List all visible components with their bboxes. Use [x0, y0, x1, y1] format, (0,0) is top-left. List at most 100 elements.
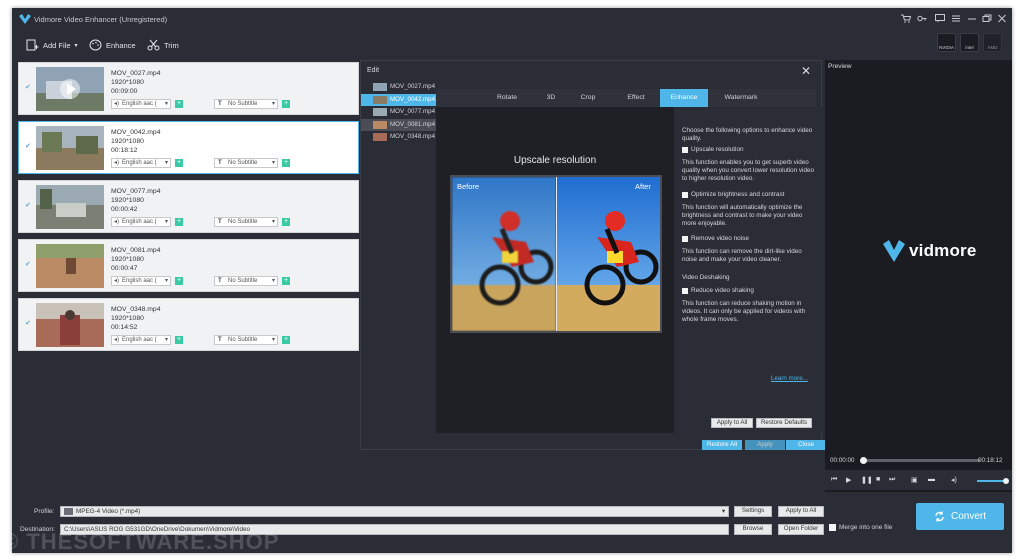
- volume-slider[interactable]: [977, 478, 1009, 484]
- minimize-icon[interactable]: [966, 14, 977, 24]
- snapshot-icon[interactable]: ▣: [911, 476, 918, 484]
- edit-file-item[interactable]: MOV_0027.mp4: [361, 81, 436, 93]
- edit-tabs: Rotate 3D Crop Effect Enhance Watermark: [436, 89, 816, 107]
- subtitle-icon: T: [218, 278, 222, 284]
- apply-button[interactable]: Apply: [745, 440, 785, 450]
- trim-button[interactable]: Trim: [147, 39, 179, 51]
- profile-select[interactable]: MPEG-4 Video (*.mp4) ▾: [60, 506, 729, 517]
- comparison-divider[interactable]: [556, 177, 557, 331]
- apply-to-all-button[interactable]: Apply to All: [711, 418, 753, 428]
- file-checkbox[interactable]: ✔: [25, 84, 33, 92]
- seek-bar[interactable]: [860, 457, 980, 464]
- upscale-resolution-checkbox[interactable]: Upscale resolution: [682, 146, 744, 153]
- next-icon[interactable]: ⏭: [889, 476, 895, 484]
- add-subtitle-button[interactable]: +: [282, 159, 290, 167]
- close-icon[interactable]: ✕: [801, 64, 811, 78]
- subtitle-select[interactable]: T No Subtitle ▾: [214, 99, 278, 109]
- seek-knob[interactable]: [860, 457, 867, 464]
- restore-all-button[interactable]: Restore All: [702, 440, 742, 450]
- add-audio-button[interactable]: +: [175, 100, 183, 108]
- file-name: MOV_0027.mp4: [111, 70, 161, 77]
- edit-file-item[interactable]: MOV_0081.mp4: [361, 118, 436, 131]
- file-checkbox[interactable]: ✔: [25, 143, 33, 151]
- file-item[interactable]: ✔ MOV_0081.mp4 1920*1080 00:00:47 ◂) Engl…: [18, 239, 359, 292]
- file-checkbox[interactable]: ✔: [25, 261, 33, 269]
- edit-file-item[interactable]: MOV_0077.mp4: [361, 106, 436, 118]
- audio-track-select[interactable]: ◂) English aac (▾: [111, 158, 171, 168]
- add-subtitle-button[interactable]: +: [282, 336, 290, 344]
- edit-file-item[interactable]: MOV_0348.mp4: [361, 131, 436, 143]
- chevron-down-icon: ▾: [271, 219, 275, 225]
- open-folder-button[interactable]: Open Folder: [778, 524, 824, 535]
- add-file-button[interactable]: Add File ▾: [26, 39, 78, 51]
- prev-icon[interactable]: ⏮: [831, 476, 837, 484]
- subtitle-select[interactable]: T No Subtitle ▾: [214, 158, 278, 168]
- file-resolution: 1920*1080: [111, 138, 144, 145]
- noise-description: This function can remove the dirt-like v…: [682, 248, 802, 263]
- remove-noise-checkbox[interactable]: Remove video noise: [682, 235, 749, 242]
- shaking-description: This function can reduce shaking motion …: [682, 300, 806, 323]
- convert-button[interactable]: Convert: [916, 503, 1004, 530]
- apply-to-all-profile-button[interactable]: Apply to All: [778, 506, 824, 517]
- merge-checkbox[interactable]: Merge into one file: [829, 524, 892, 531]
- menu-icon[interactable]: [950, 14, 961, 24]
- subtitle-icon: T: [218, 219, 222, 225]
- subtitle-select[interactable]: T No Subtitle ▾: [214, 217, 278, 227]
- add-subtitle-button[interactable]: +: [282, 100, 290, 108]
- restore-defaults-button[interactable]: Restore Defaults: [756, 418, 812, 428]
- folder-icon[interactable]: ▬: [928, 476, 935, 483]
- video-thumbnail: [36, 67, 104, 111]
- add-audio-button[interactable]: +: [175, 336, 183, 344]
- tab-effect[interactable]: Effect: [612, 89, 660, 107]
- file-item[interactable]: ✔ MOV_0027.mp4 1920*1080 00:09:00 ◂) Engl…: [18, 62, 359, 115]
- audio-track-select[interactable]: ◂) English aac (▾: [111, 217, 171, 227]
- add-subtitle-button[interactable]: +: [282, 218, 290, 226]
- tab-enhance[interactable]: Enhance: [660, 89, 708, 107]
- play-icon[interactable]: ▶: [846, 476, 851, 484]
- restore-icon[interactable]: [981, 14, 992, 24]
- file-item[interactable]: ✔ MOV_0042.mp4 1920*1080 00:18:12 ◂) Engl…: [18, 121, 359, 174]
- edit-file-item[interactable]: MOV_0042.mp4: [361, 93, 436, 106]
- key-icon[interactable]: [916, 14, 927, 24]
- video-thumbnail: [36, 126, 104, 170]
- chat-icon[interactable]: [934, 14, 945, 24]
- close-button[interactable]: Close: [786, 440, 826, 450]
- tab-rotate[interactable]: Rotate: [476, 89, 538, 107]
- before-after-comparison: Before After: [450, 175, 662, 333]
- volume-knob[interactable]: [1003, 478, 1009, 484]
- video-format-icon: [64, 507, 73, 515]
- audio-track-select[interactable]: ◂) English aac (▾: [111, 276, 171, 286]
- cart-icon[interactable]: [900, 14, 911, 24]
- speaker-icon: ◂): [114, 160, 120, 166]
- file-checkbox[interactable]: ✔: [25, 320, 33, 328]
- subtitle-select[interactable]: T No Subtitle ▾: [214, 335, 278, 345]
- settings-button[interactable]: Settings: [734, 506, 772, 517]
- file-item[interactable]: ✔ MOV_0348.mp4 1920*1080 00:14:52 ◂) Engl…: [18, 298, 359, 351]
- tab-crop[interactable]: Crop: [564, 89, 612, 107]
- optimize-brightness-checkbox[interactable]: Optimize brightness and contrast: [682, 191, 784, 198]
- pause-icon[interactable]: ❚❚: [861, 476, 873, 484]
- volume-icon[interactable]: ◂): [951, 476, 957, 484]
- subtitle-icon: T: [218, 101, 222, 107]
- subtitle-select[interactable]: T No Subtitle ▾: [214, 276, 278, 286]
- add-audio-button[interactable]: +: [175, 218, 183, 226]
- file-item[interactable]: ✔ MOV_0077.mp4 1920*1080 00:00:42 ◂) Engl…: [18, 180, 359, 233]
- reduce-shaking-checkbox[interactable]: Reduce video shaking: [682, 287, 754, 294]
- add-subtitle-button[interactable]: +: [282, 277, 290, 285]
- profile-label: Profile:: [34, 508, 55, 515]
- window-title: Vidmore Video Enhancer (Unregistered): [34, 15, 168, 24]
- chevron-down-icon: ▾: [164, 101, 168, 107]
- browse-button[interactable]: Browse: [734, 524, 772, 535]
- add-audio-button[interactable]: +: [175, 159, 183, 167]
- enhance-button[interactable]: Enhance: [89, 39, 136, 51]
- audio-track-select[interactable]: ◂) English aac (▾: [111, 335, 171, 345]
- learn-more-link[interactable]: Learn more...: [771, 375, 808, 382]
- stop-icon[interactable]: ■: [876, 476, 880, 483]
- add-audio-button[interactable]: +: [175, 277, 183, 285]
- tab-3d[interactable]: 3D: [538, 89, 564, 107]
- tab-watermark[interactable]: Watermark: [708, 89, 774, 107]
- file-checkbox[interactable]: ✔: [25, 202, 33, 210]
- close-icon[interactable]: [996, 14, 1007, 24]
- file-name: MOV_0348.mp4: [111, 306, 161, 313]
- audio-track-select[interactable]: ◂) English aac (▾: [111, 99, 171, 109]
